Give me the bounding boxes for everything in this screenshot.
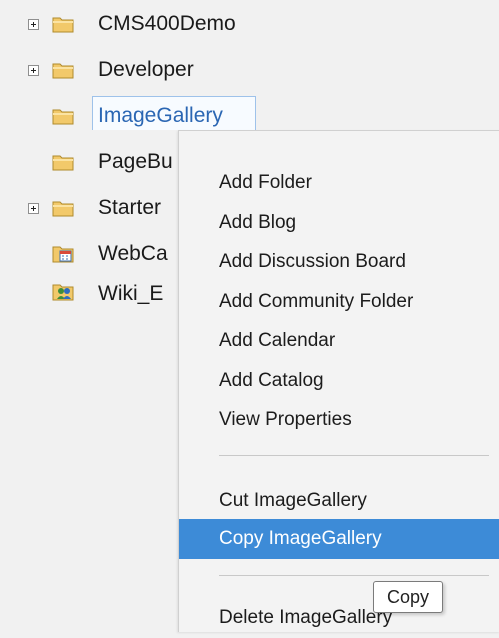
expand-icon[interactable]: [28, 19, 39, 30]
menu-item-add-folder[interactable]: Add Folder: [179, 163, 499, 203]
folder-icon: [52, 201, 74, 217]
tree-item-label: Wiki_E: [98, 282, 164, 305]
tree-item-label: WebCa: [98, 242, 168, 265]
context-menu: Add Folder Add Blog Add Discussion Board…: [178, 130, 499, 632]
menu-item-delete[interactable]: Delete ImageGallery: [179, 598, 499, 638]
tree-item-label: CMS400Demo: [98, 12, 236, 35]
menu-separator: [219, 455, 489, 456]
menu-item-copy[interactable]: Copy ImageGallery: [179, 519, 499, 559]
folder-icon: [52, 109, 74, 125]
tree-item-cms400demo[interactable]: CMS400Demo: [0, 4, 499, 44]
expand-icon[interactable]: [28, 65, 39, 76]
folder-icon: [52, 63, 74, 79]
menu-item-cut[interactable]: Cut ImageGallery: [179, 481, 499, 521]
tree-item-label: Starter: [98, 196, 162, 219]
tree-item-label: ImageGallery: [98, 104, 223, 127]
folder-icon: [52, 17, 74, 33]
menu-separator: [219, 575, 489, 576]
calendar-folder-icon: [52, 246, 74, 263]
menu-item-add-community-folder[interactable]: Add Community Folder: [179, 282, 499, 322]
menu-item-add-calendar[interactable]: Add Calendar: [179, 321, 499, 361]
menu-item-add-catalog[interactable]: Add Catalog: [179, 361, 499, 401]
tree-item-label: Developer: [98, 58, 194, 81]
menu-item-add-blog[interactable]: Add Blog: [179, 203, 499, 243]
menu-item-add-discussion-board[interactable]: Add Discussion Board: [179, 242, 499, 282]
tooltip: Copy: [373, 581, 443, 613]
tree-item-label: PageBu: [98, 150, 173, 173]
folder-icon: [52, 155, 74, 171]
menu-item-view-properties[interactable]: View Properties: [179, 400, 499, 440]
community-folder-icon: [52, 284, 74, 301]
expand-icon[interactable]: [28, 203, 39, 214]
tree-item-developer[interactable]: Developer: [0, 50, 499, 90]
